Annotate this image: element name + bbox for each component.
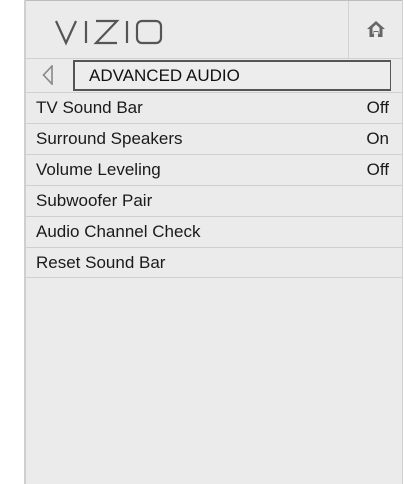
menu-item-subwoofer-pair[interactable]: Subwoofer Pair	[26, 185, 402, 216]
advanced-audio-panel: ADVANCED AUDIO TV Sound Bar Off Surround…	[24, 0, 403, 484]
home-button[interactable]	[348, 1, 402, 59]
menu-item-value: Off	[366, 98, 389, 117]
menu-item-label: Reset Sound Bar	[36, 253, 166, 272]
menu-item-label: Surround Speakers	[36, 129, 183, 148]
menu-item-label: TV Sound Bar	[36, 98, 143, 117]
panel-header	[26, 0, 402, 59]
menu-item-value: On	[366, 129, 389, 148]
menu-item-volume-leveling[interactable]: Volume Leveling Off	[26, 154, 402, 185]
menu-item-value: Off	[366, 160, 389, 179]
vizio-logo	[54, 19, 163, 46]
breadcrumb: ADVANCED AUDIO	[26, 58, 402, 92]
menu-item-tv-sound-bar[interactable]: TV Sound Bar Off	[26, 92, 402, 123]
page-title: ADVANCED AUDIO	[73, 60, 391, 91]
menu-item-label: Subwoofer Pair	[36, 191, 153, 210]
settings-menu: TV Sound Bar Off Surround Speakers On Vo…	[26, 92, 402, 278]
home-icon	[367, 21, 385, 37]
menu-item-label: Volume Leveling	[36, 160, 161, 179]
back-arrow-icon[interactable]	[42, 65, 54, 85]
menu-item-surround-speakers[interactable]: Surround Speakers On	[26, 123, 402, 154]
menu-item-label: Audio Channel Check	[36, 222, 201, 241]
menu-item-audio-channel-check[interactable]: Audio Channel Check	[26, 216, 402, 247]
menu-item-reset-sound-bar[interactable]: Reset Sound Bar	[26, 247, 402, 278]
